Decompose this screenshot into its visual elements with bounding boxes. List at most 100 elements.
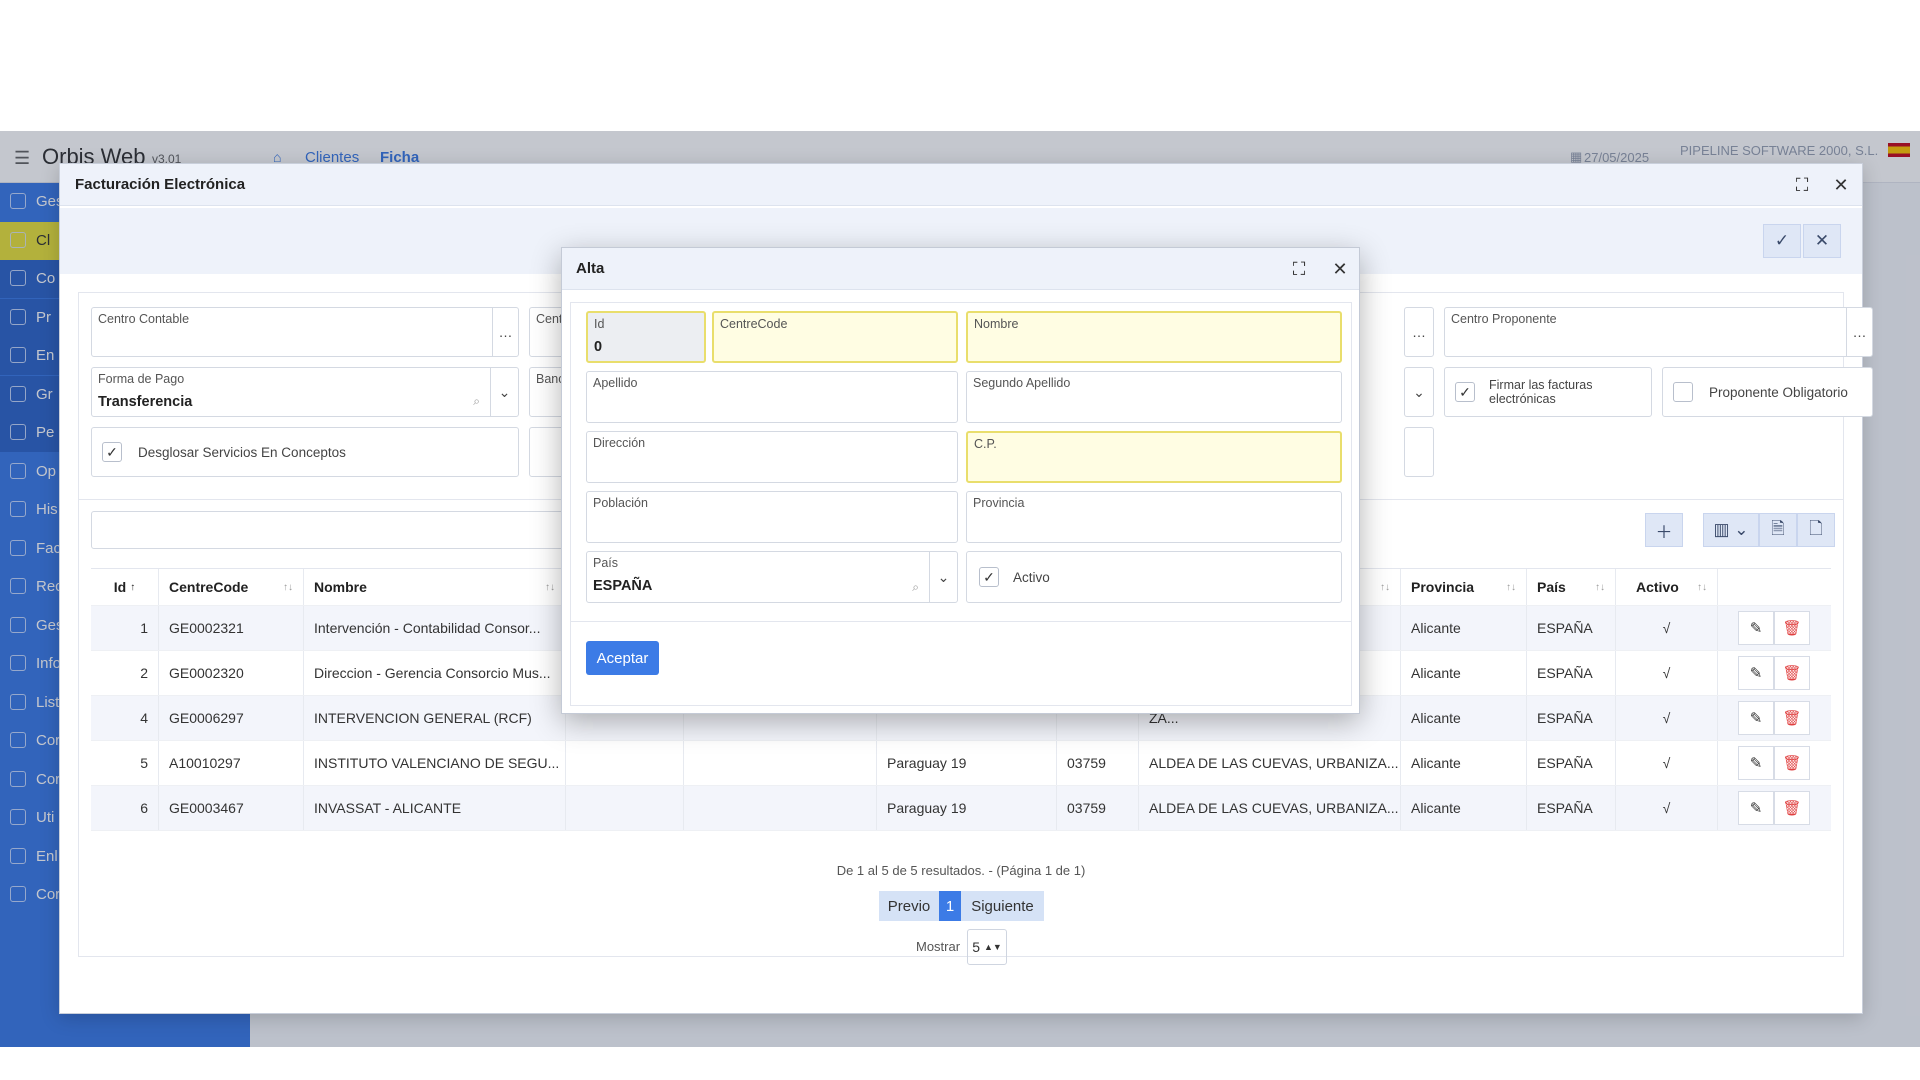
add-button[interactable]: ＋ <box>1645 513 1683 547</box>
col-provincia[interactable]: Provincia ↑↓ <box>1401 569 1527 605</box>
sort-icon: ↑↓ <box>283 581 293 593</box>
table-cell-nombre: INSTITUTO VALENCIANO DE SEGU... <box>304 741 566 785</box>
poblacion-label: Población <box>593 496 648 510</box>
table-cell-code: GE0006297 <box>159 696 304 740</box>
excel-export-icon[interactable]: 🗎 <box>1759 513 1797 547</box>
sort-asc-icon: ↑ <box>130 581 136 593</box>
table-cell-activo: √ <box>1616 606 1718 650</box>
firmar-facturas-checkbox[interactable]: ✓ <box>1455 382 1475 402</box>
desglosar-checkbox[interactable]: ✓ <box>102 442 122 462</box>
delete-icon[interactable]: 🗑 <box>1774 611 1810 645</box>
col-id-label: Id <box>113 579 127 595</box>
maximize-icon[interactable]: ⛶ <box>1787 170 1817 200</box>
ellipsis-icon[interactable]: … <box>492 308 518 356</box>
col-centrecode[interactable]: CentreCode ↑↓ <box>159 569 304 605</box>
centro-proponente-field[interactable]: Centro Proponente … <box>1444 307 1873 357</box>
table-cell-pais: ESPAÑA <box>1527 741 1616 785</box>
ellipsis-icon[interactable]: … <box>1846 308 1872 356</box>
forma-pago-select[interactable]: Forma de Pago Transferencia ⌕ ⌄ <box>91 367 519 417</box>
delete-icon[interactable]: 🗑 <box>1774 746 1810 780</box>
edit-icon[interactable]: ✎ <box>1738 656 1774 690</box>
edit-icon[interactable]: ✎ <box>1738 611 1774 645</box>
page-size-select[interactable]: 5 ▲▼ <box>967 929 1007 965</box>
chevron-down-icon[interactable]: ⌄ <box>929 552 957 602</box>
delete-icon[interactable]: 🗑 <box>1774 701 1810 735</box>
confirm-button[interactable]: ✓ <box>1763 224 1801 258</box>
col-pais[interactable]: País ↑↓ <box>1527 569 1616 605</box>
edit-icon[interactable]: ✎ <box>1738 701 1774 735</box>
table-cell-pais: ESPAÑA <box>1527 696 1616 740</box>
aceptar-button[interactable]: Aceptar <box>586 641 659 675</box>
columns-button[interactable]: ▥ ⌄ <box>1703 513 1759 547</box>
table-cell-id: 5 <box>91 741 159 785</box>
hidden-select-chevron[interactable]: ⌄ <box>1404 367 1434 417</box>
pais-value: ESPAÑA <box>593 578 653 594</box>
maximize-icon[interactable]: ⛶ <box>1284 254 1314 284</box>
stepper-icon: ▲▼ <box>983 942 1002 952</box>
desglosar-field: ✓ Desglosar Servicios En Conceptos <box>91 427 519 477</box>
edit-icon[interactable]: ✎ <box>1738 746 1774 780</box>
direccion-label: Dirección <box>593 436 646 450</box>
prev-button[interactable]: Previo <box>879 891 939 921</box>
edit-icon[interactable]: ✎ <box>1738 791 1774 825</box>
table-cell-nombre: Intervención - Contabilidad Consor... <box>304 606 566 650</box>
centrecode-field[interactable]: CentreCode <box>712 311 958 363</box>
cp-field[interactable]: C.P. <box>966 431 1342 483</box>
table-row[interactable]: 6 GE0003467 INVASSAT - ALICANTE Paraguay 19… <box>91 786 1831 831</box>
hidden-field-ellipsis[interactable]: … <box>1404 307 1434 357</box>
direccion-field[interactable]: Dirección <box>586 431 958 483</box>
table-cell <box>684 741 877 785</box>
pdf-export-icon[interactable]: 🗋 <box>1797 513 1835 547</box>
segundo-apellido-field[interactable]: Segundo Apellido <box>966 371 1342 423</box>
provincia-label: Provincia <box>973 496 1025 510</box>
chevron-down-icon[interactable]: ⌄ <box>1405 368 1433 416</box>
pagination-summary: De 1 al 5 de 5 resultados. - (Página 1 d… <box>836 863 1086 878</box>
col-activo[interactable]: Activo ↑↓ <box>1616 569 1718 605</box>
ellipsis-icon[interactable]: … <box>1405 308 1433 356</box>
cancel-button[interactable]: ✕ <box>1803 224 1841 258</box>
close-icon[interactable]: ✕ <box>1826 170 1856 200</box>
apellido-field[interactable]: Apellido <box>586 371 958 423</box>
table-cell-prov: Alicante <box>1401 651 1527 695</box>
cp-label: C.P. <box>974 437 997 451</box>
cent-label: Cent <box>536 312 563 326</box>
delete-icon[interactable]: 🗑 <box>1774 791 1810 825</box>
nombre-field[interactable]: Nombre <box>966 311 1342 363</box>
pais-select[interactable]: País ESPAÑA ⌕ ⌄ <box>586 551 958 603</box>
page-size-value: 5 <box>972 939 980 955</box>
page-1-button[interactable]: 1 <box>939 891 961 921</box>
search-icon: ⌕ <box>912 580 919 594</box>
table-cell-prov: Alicante <box>1401 786 1527 830</box>
table-cell-activo: √ <box>1616 786 1718 830</box>
proponente-obligatorio-label: Proponente Obligatorio <box>1709 385 1848 400</box>
alta-body: Id 0 CentreCode Nombre Apellido Segundo … <box>570 302 1352 706</box>
table-cell-nombre: Direccion - Gerencia Consorcio Mus... <box>304 651 566 695</box>
table-cell-nombre: INVASSAT - ALICANTE <box>304 786 566 830</box>
close-icon[interactable]: ✕ <box>1325 254 1355 284</box>
centro-contable-field[interactable]: Centro Contable … <box>91 307 519 357</box>
table-row[interactable]: 5 A10010297 INSTITUTO VALENCIANO DE SEGU..… <box>91 741 1831 786</box>
delete-icon[interactable]: 🗑 <box>1774 656 1810 690</box>
table-cell-pais: ESPAÑA <box>1527 651 1616 695</box>
activo-checkbox[interactable]: ✓ <box>979 567 999 587</box>
row-actions: ✎ 🗑 <box>1718 786 1831 830</box>
centro-contable-label: Centro Contable <box>98 312 190 326</box>
table-cell-code: GE0002320 <box>159 651 304 695</box>
table-cell-id: 4 <box>91 696 159 740</box>
next-button[interactable]: Siguiente <box>961 891 1044 921</box>
activo-label: Activo <box>1013 570 1050 585</box>
poblacion-field[interactable]: Población <box>586 491 958 543</box>
proponente-obligatorio-checkbox[interactable] <box>1673 382 1693 402</box>
chevron-down-icon[interactable]: ⌄ <box>490 368 518 416</box>
provincia-field[interactable]: Provincia <box>966 491 1342 543</box>
table-search-input[interactable] <box>91 511 567 549</box>
col-id[interactable]: Id ↑ <box>91 569 159 605</box>
table-cell-pob: ALDEA DE LAS CUEVAS, URBANIZA... <box>1139 741 1401 785</box>
id-field[interactable]: Id 0 <box>586 311 706 363</box>
table-cell-id: 6 <box>91 786 159 830</box>
nombre-label: Nombre <box>974 317 1019 331</box>
table-cell-id: 1 <box>91 606 159 650</box>
alta-title: Alta <box>576 260 605 277</box>
col-nombre[interactable]: Nombre ↑↓ <box>304 569 566 605</box>
pais-label: País <box>593 556 619 570</box>
